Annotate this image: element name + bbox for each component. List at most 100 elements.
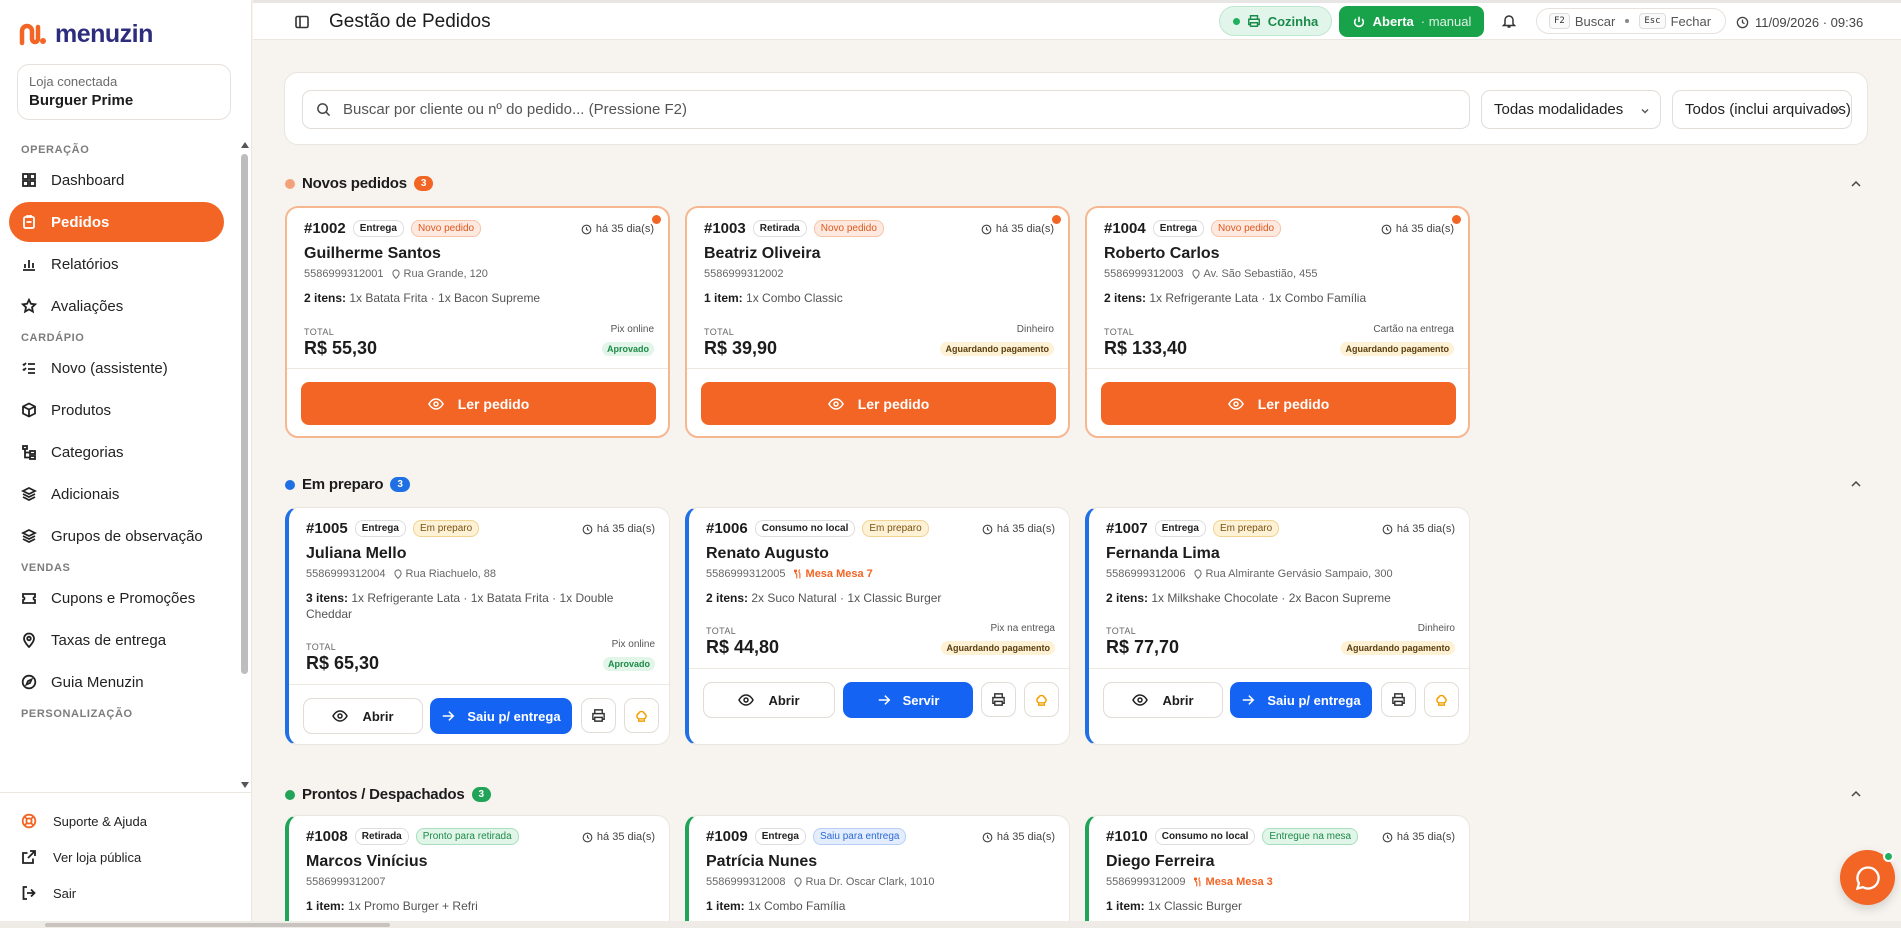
sidebar-item-cupons[interactable]: Cupons e Promoções [9, 578, 224, 618]
print-button[interactable] [581, 698, 616, 733]
time-text: há 35 dia(s) [996, 831, 1055, 843]
order-card[interactable]: #1007 Entrega Em preparo há 35 dia(s) Fe… [1085, 507, 1470, 745]
payment-method: Pix online [610, 324, 654, 335]
logo[interactable]: menuzin [19, 19, 153, 49]
time-text: há 35 dia(s) [995, 223, 1054, 235]
payment-method: Cartão na entrega [1373, 324, 1454, 335]
horizontal-scroll-thumb[interactable] [45, 923, 390, 927]
customer-meta: 5586999312008 Rua Dr. Oscar Clark, 1010 [706, 876, 935, 888]
box-icon [22, 402, 36, 418]
order-card[interactable]: #1008 Retirada Pronto para retirada há 3… [285, 815, 670, 928]
open-order-button[interactable]: Abrir [1103, 682, 1223, 718]
kitchen-print-button[interactable] [624, 698, 659, 733]
read-order-label: Ler pedido [857, 395, 930, 412]
divider [687, 368, 1068, 369]
power-icon [1353, 16, 1364, 27]
modality-select[interactable]: Todas modalidades [1481, 90, 1661, 129]
sidebar-item-novo-assistente[interactable]: Novo (assistente) [9, 348, 224, 388]
order-card[interactable]: #1005 Entrega Em preparo há 35 dia(s) Ju… [285, 507, 670, 745]
clock-icon [582, 832, 593, 842]
status-badge: Saiu para entrega [812, 828, 907, 845]
total-label: TOTAL [704, 327, 735, 337]
logout-link[interactable]: Sair [0, 875, 252, 911]
kitchen-print-button[interactable] [1424, 682, 1459, 717]
order-card[interactable]: #1004 Entrega Novo pedido há 35 dia(s) R… [1085, 206, 1470, 438]
public-store-link[interactable]: Ver loja pública [0, 839, 252, 875]
sidebar-item-categorias[interactable]: Categorias [9, 432, 224, 472]
scroll-thumb[interactable] [241, 154, 248, 674]
sidebar-scrollbar[interactable] [240, 140, 250, 790]
time-text: há 35 dia(s) [596, 523, 655, 535]
read-order-button[interactable]: Ler pedido [1101, 382, 1456, 425]
customer-meta: 5586999312005 Mesa Mesa 7 [706, 568, 873, 580]
cutlery-icon [793, 569, 800, 579]
order-items: 3 itens: 1x Refrigerante Lata · 1x Batat… [306, 590, 646, 622]
bell-icon[interactable] [1501, 13, 1517, 29]
store-open-toggle[interactable]: Aberta · manual [1339, 6, 1484, 37]
read-order-button[interactable]: Ler pedido [701, 382, 1056, 425]
clock-icon [1382, 832, 1393, 842]
status-badge: Entregue na mesa [1262, 828, 1359, 845]
items-list: 1x Refrigerante Lata · 1x Combo Família [1146, 291, 1367, 305]
clock-icon [982, 524, 993, 534]
sidebar-item-relatorios[interactable]: Relatórios [9, 244, 224, 284]
order-card[interactable]: #1009 Entrega Saiu para entrega há 35 di… [685, 815, 1070, 928]
scroll-down-arrow-icon[interactable] [241, 782, 249, 788]
sidebar-item-pedidos[interactable]: Pedidos [9, 202, 224, 242]
order-type-tag: Consumo no local [754, 520, 856, 537]
store-selector[interactable]: Loja conectada Burguer Prime [17, 64, 231, 120]
sidebar-item-produtos[interactable]: Produtos [9, 390, 224, 430]
sidebar-item-guia-menuzin[interactable]: Guia Menuzin [9, 662, 224, 702]
dispatch-button[interactable]: Saiu p/ entrega [1230, 682, 1372, 718]
printer-icon [1247, 15, 1260, 27]
customer-meta: 5586999312001 Rua Grande, 120 [304, 268, 488, 280]
serve-button[interactable]: Servir [843, 682, 973, 718]
dispatch-button[interactable]: Saiu p/ entrega [430, 698, 572, 734]
chat-button[interactable] [1840, 850, 1895, 905]
sidebar-item-grupos-observacao[interactable]: Grupos de observação [9, 516, 224, 556]
sidebar-item-avaliacoes[interactable]: Avaliações [9, 286, 224, 326]
status-badge: Pronto para retirada [415, 828, 519, 845]
arrow-right-icon [443, 711, 455, 721]
order-card[interactable]: #1006 Consumo no local Em preparo há 35 … [685, 507, 1070, 745]
chevron-up-icon[interactable] [1850, 478, 1862, 490]
clock-icon [1381, 224, 1392, 234]
open-order-button[interactable]: Abrir [703, 682, 835, 718]
order-card[interactable]: #1003 Retirada Novo pedido há 35 dia(s) … [685, 206, 1070, 438]
time-text: há 35 dia(s) [1396, 831, 1455, 843]
sidebar-item-label: Taxas de entrega [51, 631, 167, 649]
read-order-button[interactable]: Ler pedido [301, 382, 656, 425]
divider [1087, 368, 1468, 369]
store-label: Loja conectada [29, 74, 118, 89]
order-time: há 35 dia(s) [982, 523, 1055, 535]
open-order-button[interactable]: Abrir [303, 698, 423, 734]
items-count: 2 itens: [1104, 291, 1147, 305]
search-input[interactable]: Buscar por cliente ou nº do pedido... (P… [302, 90, 1470, 129]
sidebar-item-adicionais[interactable]: Adicionais [9, 474, 224, 514]
customer-phone: 5586999312008 [706, 876, 786, 888]
horizontal-scrollbar[interactable] [0, 921, 1901, 928]
sidebar-toggle-icon[interactable] [294, 14, 310, 30]
print-button[interactable] [1381, 682, 1416, 717]
support-link[interactable]: Suporte & Ajuda [0, 803, 252, 839]
sidebar-item-taxas-entrega[interactable]: Taxas de entrega [9, 620, 224, 660]
print-button[interactable] [981, 682, 1016, 717]
card-header: #1006 Consumo no local Em preparo [706, 520, 929, 537]
support-label: Suporte & Ajuda [53, 813, 147, 829]
public-store-label: Ver loja pública [53, 849, 142, 865]
order-id: #1010 [1106, 828, 1148, 845]
scroll-up-arrow-icon[interactable] [241, 142, 249, 148]
external-link-icon [22, 850, 36, 864]
kitchen-print-button[interactable] [1024, 682, 1059, 717]
sidebar-item-dashboard[interactable]: Dashboard [9, 160, 224, 200]
section-dot [285, 479, 295, 490]
chevron-up-icon[interactable] [1850, 788, 1862, 800]
chevron-up-icon[interactable] [1850, 178, 1862, 190]
items-count: 1 item: [706, 899, 745, 913]
order-card[interactable]: #1010 Consumo no local Entregue na mesa … [1085, 815, 1470, 928]
archive-select[interactable]: Todos (inclui arquivados) [1672, 90, 1852, 129]
order-time: há 35 dia(s) [981, 223, 1054, 235]
kitchen-button[interactable]: Cozinha [1219, 6, 1332, 36]
order-id: #1005 [306, 520, 348, 537]
order-card[interactable]: #1002 Entrega Novo pedido há 35 dia(s) G… [285, 206, 670, 438]
